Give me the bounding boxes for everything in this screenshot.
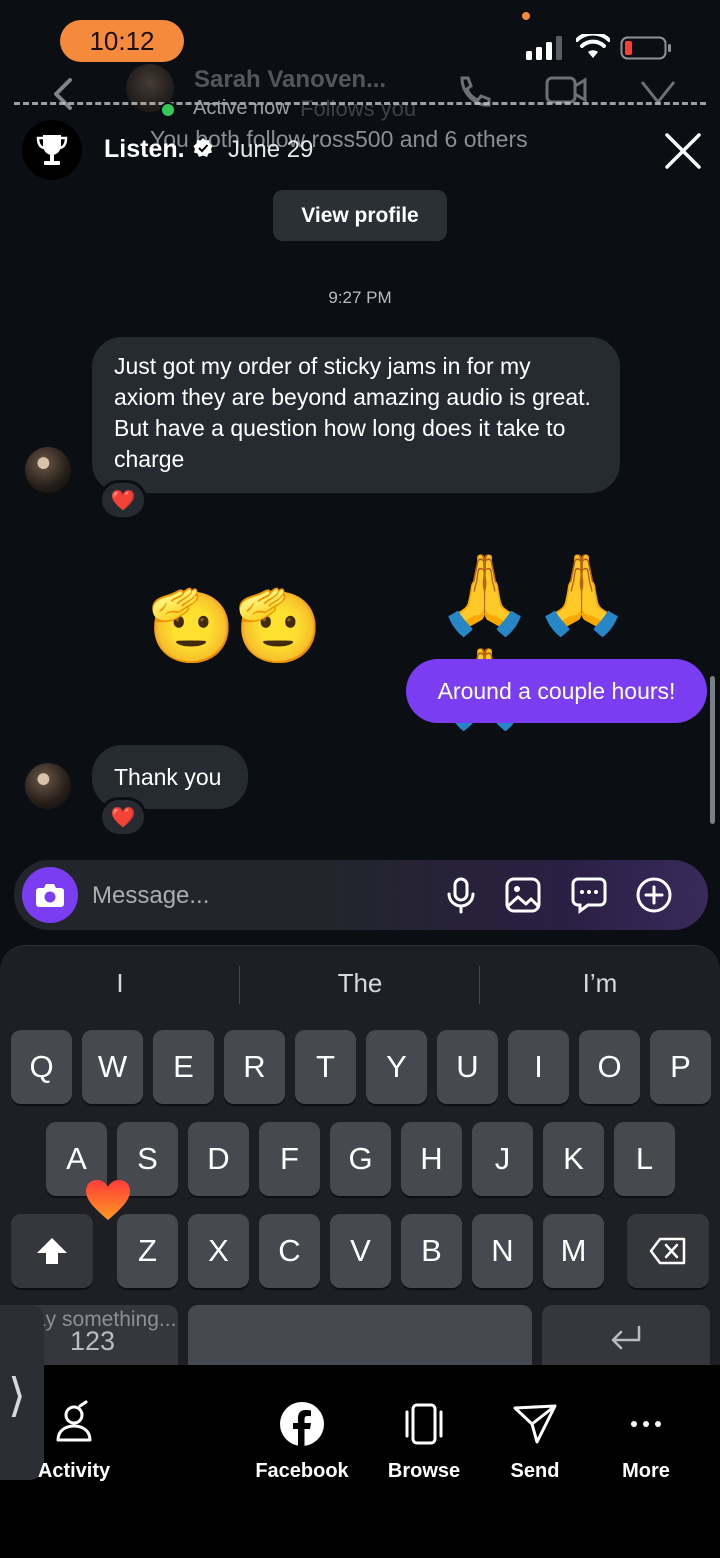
sender-avatar[interactable] bbox=[25, 763, 71, 809]
microphone-icon[interactable] bbox=[442, 876, 480, 914]
add-icon[interactable] bbox=[635, 876, 673, 914]
suggestion-3[interactable]: I’m bbox=[490, 968, 710, 999]
nav-facebook[interactable]: Facebook bbox=[242, 1400, 362, 1483]
camera-button[interactable] bbox=[22, 867, 78, 923]
battery-icon bbox=[620, 36, 671, 60]
message-input[interactable]: Message... bbox=[92, 882, 209, 910]
trophy-icon bbox=[36, 135, 68, 165]
back-arrow-icon[interactable] bbox=[44, 74, 84, 114]
key-i[interactable]: I bbox=[508, 1030, 569, 1104]
key-x[interactable]: X bbox=[188, 1214, 249, 1288]
incoming-emoji-message[interactable]: 🫡🫡 bbox=[148, 586, 322, 666]
nav-browse-label: Browse bbox=[387, 1460, 461, 1482]
story-date: June 29 bbox=[228, 136, 314, 163]
key-e[interactable]: E bbox=[153, 1030, 214, 1104]
return-key[interactable] bbox=[542, 1305, 710, 1373]
story-account-avatar[interactable] bbox=[22, 120, 82, 180]
key-h[interactable]: H bbox=[401, 1122, 462, 1196]
close-icon[interactable] bbox=[664, 132, 702, 170]
key-j[interactable]: J bbox=[472, 1122, 533, 1196]
nav-more-label: More bbox=[622, 1460, 670, 1482]
key-l[interactable]: L bbox=[614, 1122, 675, 1196]
key-u[interactable]: U bbox=[437, 1030, 498, 1104]
key-d[interactable]: D bbox=[188, 1122, 249, 1196]
key-b[interactable]: B bbox=[401, 1214, 462, 1288]
nav-send[interactable]: Send bbox=[475, 1400, 595, 1483]
key-f[interactable]: F bbox=[259, 1122, 320, 1196]
key-o[interactable]: O bbox=[579, 1030, 640, 1104]
key-n[interactable]: N bbox=[472, 1214, 533, 1288]
numbers-key-label: 123 bbox=[70, 1326, 116, 1356]
shift-arrow-icon bbox=[37, 1238, 67, 1264]
status-time: 10:12 bbox=[60, 20, 184, 62]
scrollbar[interactable] bbox=[710, 676, 715, 824]
key-p[interactable]: P bbox=[650, 1030, 711, 1104]
space-key[interactable] bbox=[188, 1305, 532, 1373]
message-reaction[interactable]: ❤️ bbox=[99, 480, 147, 520]
flag-icon[interactable] bbox=[638, 76, 678, 108]
nav-facebook-label: Facebook bbox=[255, 1460, 349, 1482]
more-icon bbox=[631, 1421, 661, 1427]
view-profile-button[interactable]: View profile bbox=[273, 190, 447, 241]
shift-key[interactable] bbox=[11, 1214, 93, 1288]
key-v[interactable]: V bbox=[330, 1214, 391, 1288]
key-k[interactable]: K bbox=[543, 1122, 604, 1196]
floating-heart-icon bbox=[86, 1180, 130, 1220]
message-timestamp: 9:27 PM bbox=[328, 288, 392, 307]
nav-more[interactable]: More bbox=[586, 1400, 706, 1483]
heart-reaction-icon: ❤️ bbox=[110, 489, 136, 512]
suggestion-1[interactable]: I bbox=[10, 968, 230, 999]
nav-activity-label: Activity bbox=[37, 1460, 111, 1482]
message-reaction[interactable]: ❤️ bbox=[99, 797, 147, 837]
key-y[interactable]: Y bbox=[366, 1030, 427, 1104]
key-z[interactable]: Z bbox=[117, 1214, 178, 1288]
suggestion-divider bbox=[479, 966, 480, 1004]
outgoing-message-bubble[interactable]: Around a couple hours! bbox=[406, 659, 707, 723]
gallery-icon[interactable] bbox=[504, 876, 542, 914]
key-m[interactable]: M bbox=[543, 1214, 604, 1288]
active-indicator bbox=[160, 102, 176, 118]
camera-icon bbox=[36, 884, 64, 907]
delete-key[interactable] bbox=[627, 1214, 709, 1288]
follows-you-label: Follows you bbox=[300, 96, 417, 121]
phone-icon[interactable] bbox=[452, 72, 496, 112]
contact-name[interactable]: Sarah Vanoven... bbox=[194, 66, 386, 94]
suggestion-divider bbox=[239, 966, 240, 1004]
sticker-chat-icon[interactable] bbox=[570, 876, 608, 914]
video-call-icon[interactable] bbox=[544, 72, 588, 108]
browse-icon bbox=[405, 1403, 443, 1445]
incoming-message-bubble[interactable]: Just got my order of sticky jams in for … bbox=[92, 337, 620, 493]
send-icon bbox=[513, 1404, 557, 1444]
key-t[interactable]: T bbox=[295, 1030, 356, 1104]
recording-indicator bbox=[522, 12, 530, 20]
wifi-icon bbox=[576, 34, 610, 58]
story-account-name[interactable]: Listen. bbox=[104, 135, 185, 164]
return-icon bbox=[611, 1325, 641, 1350]
key-q[interactable]: Q bbox=[11, 1030, 72, 1104]
active-status: Active now bbox=[193, 97, 290, 119]
verified-badge-icon bbox=[193, 138, 213, 157]
story-progress-bar bbox=[14, 102, 706, 105]
facebook-icon bbox=[280, 1402, 324, 1446]
key-g[interactable]: G bbox=[330, 1122, 391, 1196]
signal-icon bbox=[526, 36, 562, 60]
sender-avatar[interactable] bbox=[25, 447, 71, 493]
activity-icon bbox=[56, 1400, 92, 1442]
backspace-icon bbox=[649, 1237, 686, 1265]
nav-send-label: Send bbox=[510, 1460, 560, 1482]
key-r[interactable]: R bbox=[224, 1030, 285, 1104]
key-c[interactable]: C bbox=[259, 1214, 320, 1288]
nav-browse[interactable]: Browse bbox=[364, 1400, 484, 1483]
nav-activity[interactable]: Activity bbox=[14, 1400, 134, 1483]
heart-reaction-icon: ❤️ bbox=[110, 806, 136, 829]
key-w[interactable]: W bbox=[82, 1030, 143, 1104]
suggestion-2[interactable]: The bbox=[250, 968, 470, 999]
